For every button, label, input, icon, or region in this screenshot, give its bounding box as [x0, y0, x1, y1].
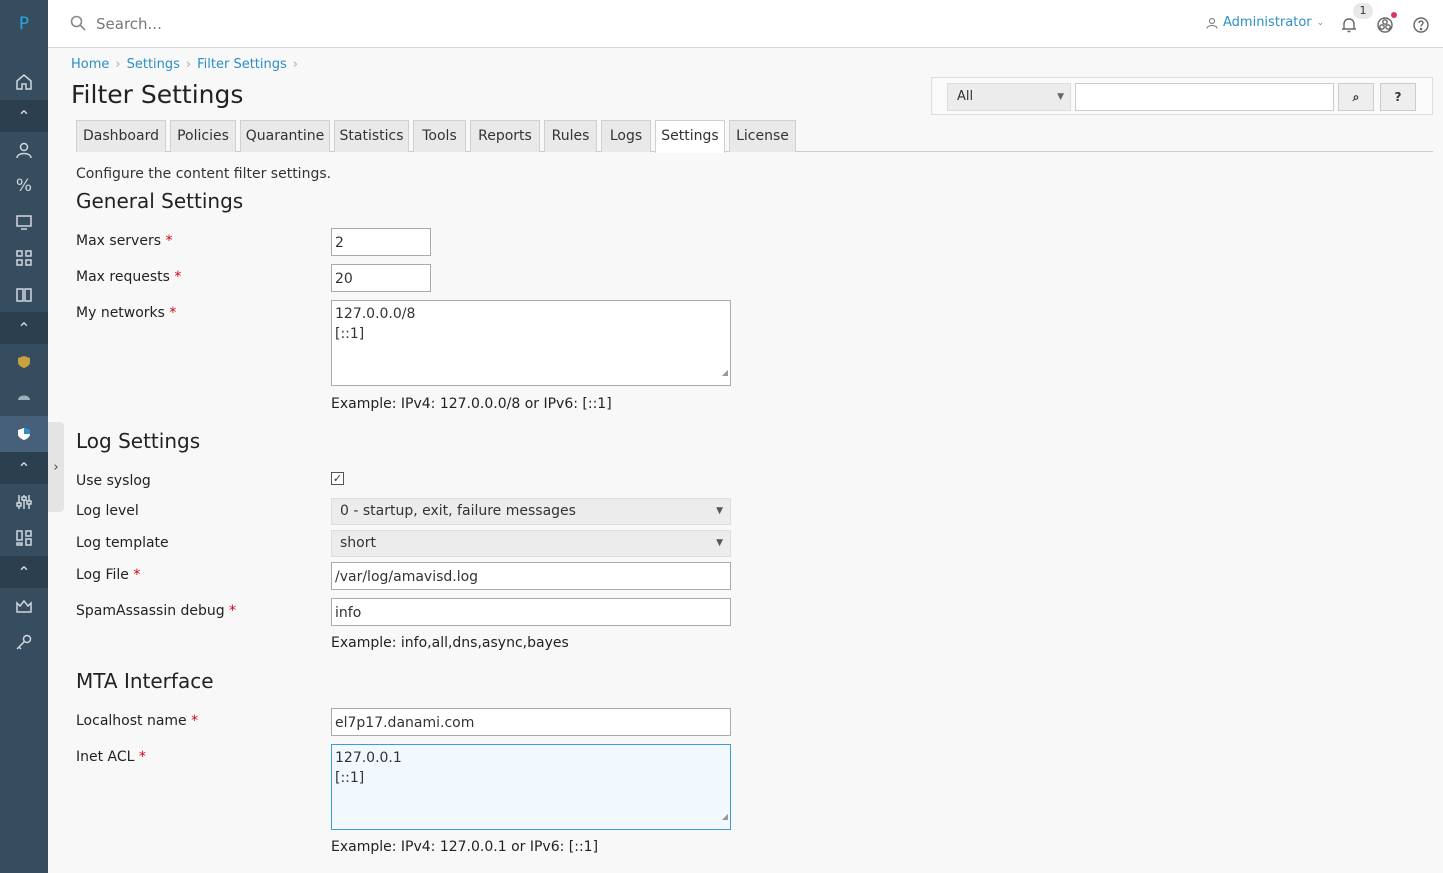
log-level-select[interactable]: 0 - startup, exit, failure messages ▼ — [331, 498, 731, 525]
spamassassin-debug-label: SpamAssassin debug * — [76, 603, 237, 619]
localhost-name-label: Localhost name * — [76, 713, 199, 729]
breadcrumb-settings[interactable]: Settings — [127, 57, 180, 72]
filter-extension-icon[interactable] — [0, 416, 48, 452]
collapse-chevron-icon[interactable]: ⌃ — [0, 452, 48, 484]
collapse-chevron-icon[interactable]: ⌃ — [0, 556, 48, 588]
mta-interface-heading: MTA Interface — [76, 669, 214, 693]
tab-bar: Dashboard Policies Quarantine Statistics… — [76, 120, 1433, 153]
breadcrumb-filter-settings[interactable]: Filter Settings — [197, 57, 287, 72]
search-scope-select[interactable]: All ▼ — [947, 83, 1071, 111]
log-level-label: Log level — [76, 503, 139, 519]
key-icon[interactable] — [0, 624, 48, 660]
tab-settings[interactable]: Settings — [655, 120, 725, 153]
chevron-down-icon: ▼ — [716, 506, 723, 516]
page-title: Filter Settings — [71, 80, 244, 109]
my-networks-label: My networks * — [76, 305, 177, 321]
search-button[interactable]: ⌕ — [1338, 83, 1374, 111]
log-file-label: Log File * — [76, 567, 141, 583]
crown-icon[interactable] — [0, 588, 48, 624]
inet-acl-line: [::1] — [335, 770, 365, 786]
general-settings-heading: General Settings — [76, 189, 244, 213]
sliders-icon[interactable] — [0, 484, 48, 520]
tab-policies[interactable]: Policies — [170, 120, 236, 152]
spamassassin-debug-hint: Example: info,all,dns,async,bayes — [331, 635, 569, 651]
breadcrumb: Home › Settings › Filter Settings › — [71, 57, 298, 72]
log-level-value: 0 - startup, exit, failure messages — [340, 503, 576, 519]
inet-acl-hint: Example: IPv4: 127.0.0.1 or IPv6: [::1] — [331, 839, 599, 855]
tab-rules[interactable]: Rules — [544, 120, 597, 152]
umbrella-extension-icon[interactable] — [0, 380, 48, 416]
chevron-right-icon: › — [292, 57, 298, 72]
home-icon[interactable] — [0, 64, 48, 100]
apps-grid-icon[interactable] — [0, 240, 48, 276]
page-description: Configure the content filter settings. — [76, 166, 332, 182]
log-file-input[interactable]: /var/log/amavisd.log — [331, 562, 731, 590]
chevron-down-icon: ▼ — [1057, 92, 1064, 102]
user-icon[interactable] — [0, 132, 48, 168]
filter-search-panel: All ▼ ⌕ ? — [931, 77, 1433, 115]
tab-dashboard[interactable]: Dashboard — [76, 120, 166, 152]
global-search-input[interactable]: Search... — [96, 15, 162, 33]
inet-acl-textarea[interactable]: 127.0.0.1 [::1] ◢ — [331, 744, 731, 830]
search-icon — [70, 15, 86, 35]
dashboard-icon[interactable] — [0, 520, 48, 556]
chevron-down-icon: ▼ — [716, 538, 723, 548]
top-bar: Search... Administrator ⌄ 1 — [48, 0, 1443, 48]
my-networks-textarea[interactable]: 127.0.0.0/8 [::1] ◢ — [331, 300, 731, 386]
log-settings-heading: Log Settings — [76, 429, 201, 453]
book-icon[interactable] — [0, 276, 48, 312]
max-servers-label: Max servers * — [76, 233, 173, 249]
filter-search-input[interactable] — [1075, 83, 1334, 111]
sidebar: P ⌃ % ⌃ ⌃ ⌃ — [0, 0, 48, 873]
community-icon[interactable] — [1376, 16, 1394, 38]
my-networks-hint: Example: IPv4: 127.0.0.0/8 or IPv6: [::1… — [331, 396, 612, 412]
user-menu[interactable]: Administrator ⌄ — [1206, 15, 1324, 30]
resize-grip-icon[interactable]: ◢ — [722, 363, 728, 383]
monitor-icon[interactable] — [0, 204, 48, 240]
localhost-name-input[interactable]: el7p17.danami.com — [331, 708, 731, 736]
inet-acl-label: Inet ACL * — [76, 749, 146, 765]
collapse-chevron-icon[interactable]: ⌃ — [0, 100, 48, 132]
log-template-value: short — [340, 535, 376, 551]
help-icon[interactable] — [1412, 16, 1430, 38]
chevron-right-icon: › — [53, 459, 59, 475]
log-template-select[interactable]: short ▼ — [331, 530, 731, 557]
use-syslog-checkbox[interactable]: ✓ — [331, 472, 344, 485]
spamassassin-debug-input[interactable]: info — [331, 598, 731, 626]
tab-statistics[interactable]: Statistics — [334, 120, 409, 152]
tab-reports[interactable]: Reports — [470, 120, 540, 152]
inet-acl-line: 127.0.0.1 — [335, 750, 402, 766]
chevron-right-icon: › — [115, 57, 121, 72]
tab-logs[interactable]: Logs — [601, 120, 651, 152]
tab-quarantine[interactable]: Quarantine — [240, 120, 330, 152]
community-alert-dot — [1391, 12, 1397, 18]
search-scope-value: All — [957, 89, 974, 104]
user-name: Administrator — [1223, 15, 1312, 30]
sidebar-expand-handle[interactable]: › — [48, 422, 64, 512]
tab-tools[interactable]: Tools — [413, 120, 466, 152]
percent-icon[interactable]: % — [0, 168, 48, 204]
my-networks-line: [::1] — [335, 326, 365, 342]
log-template-label: Log template — [76, 535, 169, 551]
shield-extension-icon[interactable] — [0, 344, 48, 380]
max-servers-input[interactable]: 2 — [331, 228, 431, 256]
collapse-chevron-icon[interactable]: ⌃ — [0, 312, 48, 344]
resize-grip-icon[interactable]: ◢ — [722, 807, 728, 827]
max-requests-label: Max requests * — [76, 269, 182, 285]
notification-count-badge: 1 — [1353, 3, 1373, 19]
search-help-button[interactable]: ? — [1380, 83, 1416, 111]
chevron-right-icon: › — [185, 57, 192, 72]
app-logo[interactable]: P — [0, 14, 48, 34]
notifications-bell-icon[interactable] — [1340, 16, 1358, 38]
use-syslog-label: Use syslog — [76, 473, 151, 489]
breadcrumb-home[interactable]: Home — [71, 57, 109, 72]
my-networks-line: 127.0.0.0/8 — [335, 306, 416, 322]
tab-license[interactable]: License — [729, 120, 796, 152]
chevron-down-icon: ⌄ — [1316, 17, 1325, 28]
user-icon — [1206, 17, 1218, 29]
max-requests-input[interactable]: 20 — [331, 264, 431, 292]
